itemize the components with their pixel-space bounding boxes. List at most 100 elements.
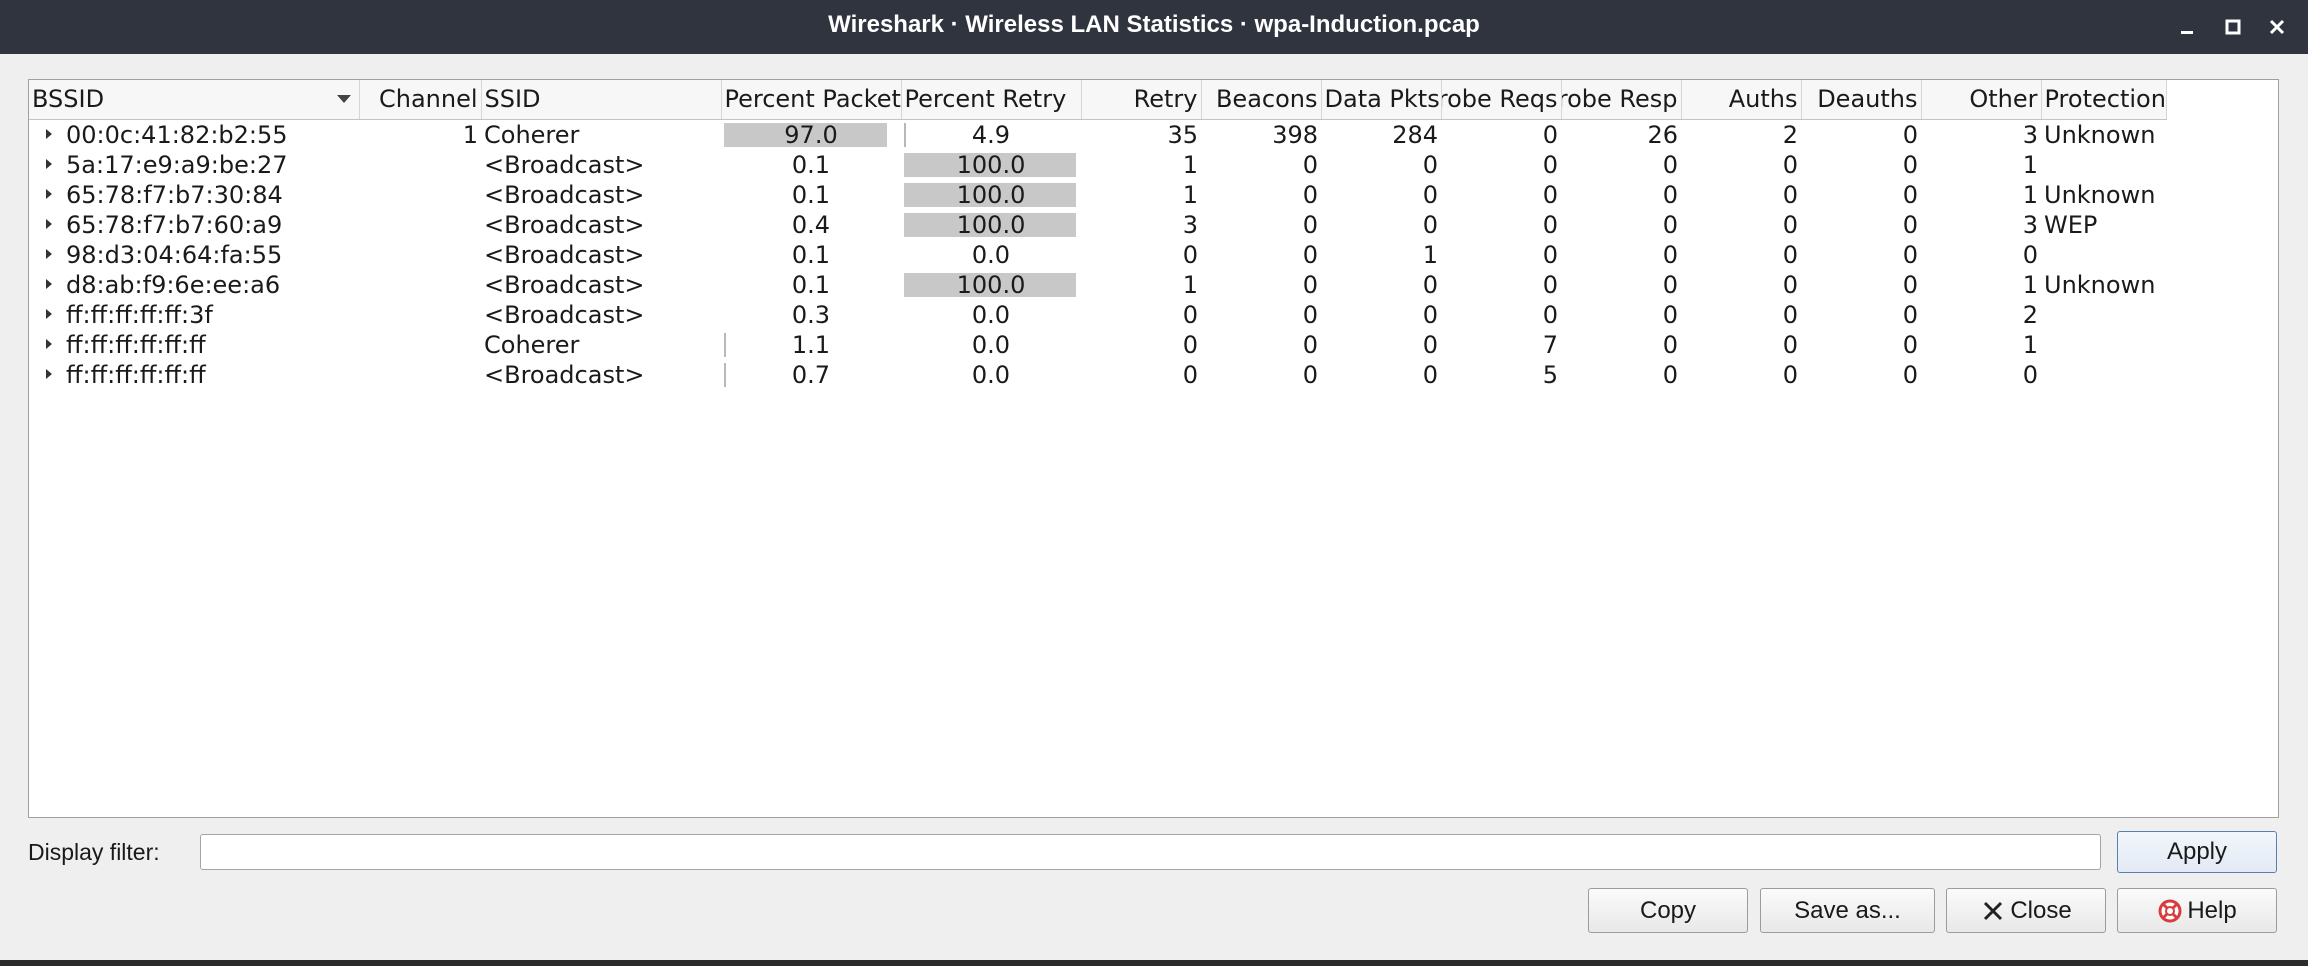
column-header-bssid[interactable]: BSSID: [29, 80, 360, 120]
column-header-auths[interactable]: Auths: [1681, 80, 1802, 120]
other-cell: 1: [2022, 150, 2038, 179]
maximize-icon[interactable]: [2216, 10, 2250, 44]
probe-reqs-cell: 0: [1542, 210, 1558, 239]
other-cell: 0: [2022, 240, 2038, 269]
column-header-data-pkts[interactable]: Data Pkts: [1321, 80, 1442, 120]
ssid-cell: <Broadcast>: [484, 180, 645, 209]
expand-arrow-icon[interactable]: [46, 309, 52, 319]
table-row[interactable]: 5a:17:e9:a9:be:27 <Broadcast> 0.1 100.0 1 0 0 0…: [29, 150, 2166, 180]
copy-button[interactable]: Copy: [1588, 888, 1748, 933]
data-pkts-cell: 0: [1422, 330, 1438, 359]
close-window-icon[interactable]: [2260, 10, 2294, 44]
column-header-beacons[interactable]: Beacons: [1201, 80, 1322, 120]
percent-retry-value: 0.0: [971, 300, 1011, 329]
bssid-value: 5a:17:e9:a9:be:27: [66, 150, 288, 179]
other-cell: 0: [2022, 360, 2038, 389]
table-row[interactable]: ff:ff:ff:ff:ff:ff <Broadcast> 0.7 0.0 0 0 0 5 0 0…: [29, 360, 2166, 390]
percent-retry-value: 4.9: [971, 120, 1011, 149]
deauths-cell: 0: [1902, 360, 1918, 389]
expand-arrow-icon[interactable]: [46, 249, 52, 259]
apply-button[interactable]: Apply: [2117, 831, 2277, 873]
ssid-cell: <Broadcast>: [484, 240, 645, 269]
expand-arrow-icon[interactable]: [46, 369, 52, 379]
data-pkts-cell: 0: [1422, 210, 1438, 239]
ssid-cell: <Broadcast>: [484, 270, 645, 299]
percent-packets-value: 0.7: [791, 360, 831, 389]
percent-retry-cell: 4.9: [901, 119, 1081, 150]
percent-retry-cell: 100.0: [901, 150, 1081, 180]
beacons-cell: 0: [1302, 180, 1318, 209]
ssid-cell: Coherer: [484, 330, 580, 359]
apply-button-label: Apply: [2166, 838, 2228, 865]
percent-retry-value: 100.0: [956, 210, 1026, 239]
bssid-cell: d8:ab:f9:6e:ee:a6: [29, 270, 359, 300]
channel-cell: [359, 360, 481, 390]
deauths-cell: 0: [1902, 210, 1918, 239]
percent-retry-cell: 0.0: [901, 300, 1081, 330]
ssid-cell: Coherer: [484, 120, 580, 149]
percent-packets-cell: 0.7: [721, 360, 901, 390]
beacons-cell: 0: [1302, 360, 1318, 389]
column-header-other[interactable]: Other: [1921, 80, 2042, 120]
bssid-cell: ff:ff:ff:ff:ff:ff: [29, 330, 359, 360]
percent-packets-cell: 0.1: [721, 240, 901, 270]
table-row[interactable]: ff:ff:ff:ff:ff:3f <Broadcast> 0.3 0.0 0 0 0 0 0 0…: [29, 300, 2166, 330]
expand-arrow-icon[interactable]: [46, 159, 52, 169]
column-header-channel[interactable]: Channel: [359, 80, 482, 120]
percent-packets-value: 97.0: [784, 120, 838, 149]
deauths-cell: 0: [1902, 240, 1918, 269]
column-header-protection[interactable]: Protection: [2041, 80, 2167, 120]
column-header-retry[interactable]: Retry: [1081, 80, 1202, 120]
column-header-probe-resp[interactable]: Probe Resp: [1561, 80, 1682, 120]
table-row[interactable]: ff:ff:ff:ff:ff:ff Coherer 1.1 0.0 0 0 0 7 0 0 0 1: [29, 330, 2166, 360]
retry-cell: 0: [1182, 330, 1198, 359]
protection-cell: [2041, 300, 2166, 330]
expand-arrow-icon[interactable]: [46, 219, 52, 229]
percent-packets-cell: 1.1: [721, 330, 901, 360]
percent-retry-value: 0.0: [971, 360, 1011, 389]
data-pkts-cell: 0: [1422, 270, 1438, 299]
close-button[interactable]: Close: [1946, 888, 2106, 933]
probe-resp-cell: 0: [1662, 240, 1678, 269]
beacons-cell: 0: [1302, 300, 1318, 329]
column-header-percent-retry[interactable]: Percent Retry: [901, 80, 1082, 120]
window-titlebar: Wireshark · Wireless LAN Statistics · wp…: [0, 0, 2308, 54]
table-row[interactable]: d8:ab:f9:6e:ee:a6 <Broadcast> 0.1 100.0 1 0 0 0…: [29, 270, 2166, 300]
display-filter-input[interactable]: [200, 834, 2101, 870]
table-row[interactable]: 65:78:f7:b7:60:a9 <Broadcast> 0.4 100.0 3 0 0 0…: [29, 210, 2166, 240]
expand-arrow-icon[interactable]: [46, 279, 52, 289]
column-header-probe-reqs[interactable]: Probe Reqs: [1441, 80, 1562, 120]
probe-reqs-cell: 5: [1542, 360, 1558, 389]
percent-packets-cell: 0.3: [721, 300, 901, 330]
table-row[interactable]: 00:0c:41:82:b2:55 1 Coherer 97.0 4.9 35 398 284…: [29, 119, 2166, 150]
table-row[interactable]: 65:78:f7:b7:30:84 <Broadcast> 0.1 100.0 1 0 0 0…: [29, 180, 2166, 210]
minimize-icon[interactable]: [2170, 10, 2204, 44]
beacons-cell: 0: [1302, 330, 1318, 359]
column-header-percent-packets[interactable]: Percent Packets: [721, 80, 902, 120]
table-row[interactable]: 98:d3:04:64:fa:55 <Broadcast> 0.1 0.0 0 0 1 0 0 0…: [29, 240, 2166, 270]
percent-retry-value: 100.0: [956, 150, 1026, 179]
help-button[interactable]: Help: [2117, 888, 2277, 933]
auths-cell: 0: [1782, 330, 1798, 359]
probe-resp-cell: 0: [1662, 150, 1678, 179]
percent-packets-value: 0.1: [791, 150, 831, 179]
ssid-cell: <Broadcast>: [484, 360, 645, 389]
expand-arrow-icon[interactable]: [46, 129, 52, 139]
column-header-ssid[interactable]: SSID: [481, 80, 722, 120]
channel-cell: [359, 240, 481, 270]
percent-packets-value: 1.1: [791, 330, 831, 359]
percent-packets-bar: [724, 362, 726, 387]
percent-retry-cell: 0.0: [901, 240, 1081, 270]
data-pkts-cell: 0: [1422, 180, 1438, 209]
dialog-body: BSSID Channel SSID Percent Packets Perce…: [0, 54, 2308, 960]
deauths-cell: 0: [1902, 270, 1918, 299]
expand-arrow-icon[interactable]: [46, 339, 52, 349]
bssid-value: 98:d3:04:64:fa:55: [66, 240, 283, 269]
retry-cell: 1: [1182, 150, 1198, 179]
data-pkts-cell: 0: [1422, 300, 1438, 329]
percent-packets-value: 0.4: [791, 210, 831, 239]
channel-cell: [359, 300, 481, 330]
column-header-deauths[interactable]: Deauths: [1801, 80, 1922, 120]
expand-arrow-icon[interactable]: [46, 189, 52, 199]
save-as-button[interactable]: Save as...: [1760, 888, 1935, 933]
